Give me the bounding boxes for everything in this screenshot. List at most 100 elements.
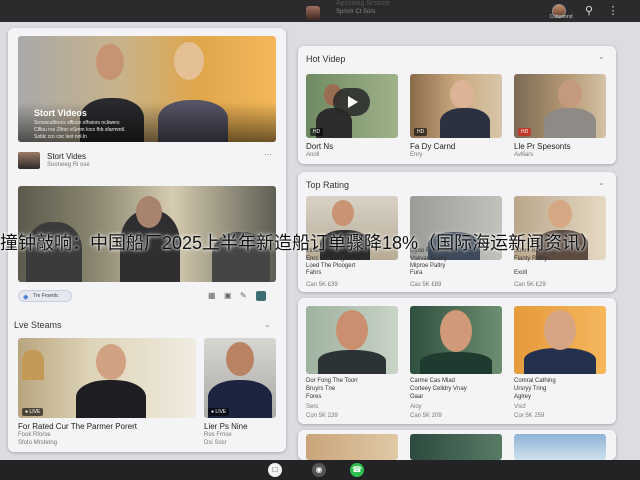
hot-thumb-2[interactable]: HD xyxy=(410,74,502,138)
live-sub2-1: Sfoto Mrstetng xyxy=(18,440,58,446)
creator-meta1-2: Aloy xyxy=(410,404,422,410)
more-horizontal-icon[interactable]: ⋯ xyxy=(264,150,272,159)
hero-thumbnail[interactable]: Stort Videos Sronscutfeocs sfficce ofhsi… xyxy=(18,36,276,142)
hot-badge-2: HD xyxy=(414,128,428,136)
creator-thumb-3[interactable] xyxy=(514,306,606,374)
creator-title-1[interactable]: Dor Fong The Toorr xyxy=(306,378,358,384)
top-rating-chevron-icon[interactable]: ⌄ xyxy=(598,178,605,187)
overlay-banner: 撞钟敲响：中国船厂2025上半年新造船订单骤降18%（国际海运新闻资讯） xyxy=(0,233,599,253)
live-person-1 xyxy=(76,380,146,418)
creator-line3-2: Oaar xyxy=(410,394,424,400)
call-icon[interactable]: ☎ xyxy=(350,463,364,477)
channel-header[interactable]: Apsssing Srssme Sprsrir Ct Sors xyxy=(300,0,480,22)
live-title-2[interactable]: Lier Ps Nine xyxy=(204,422,248,431)
settings-icon[interactable]: ◉ xyxy=(312,463,326,477)
image-icon[interactable]: ▣ xyxy=(224,291,232,300)
rating-line4-2: Fura xyxy=(410,270,423,276)
creator-person-1 xyxy=(318,350,386,374)
live-badge-2: ● LIVE xyxy=(208,408,230,416)
live-streams-title: Lve Steams xyxy=(14,320,62,330)
live-title-1[interactable]: For Rated Cur The Parmer Porert xyxy=(18,422,137,431)
creator-meta1-1: Serc xyxy=(306,404,319,410)
hot-title-3[interactable]: Lle Pr Spesonts xyxy=(514,142,570,151)
creator-head-1 xyxy=(336,310,368,350)
second-head-mid xyxy=(136,196,162,228)
hero-head-right xyxy=(174,42,204,80)
chip-label: Tre Froertic xyxy=(33,293,59,299)
bottom-thumb-3[interactable] xyxy=(514,434,606,460)
rating-head-3 xyxy=(548,200,572,228)
creator-meta1-3: Vscf xyxy=(514,404,526,410)
rating-line2-3: Fianty Ralny xyxy=(514,256,548,262)
hot-badge-3: HD xyxy=(518,128,532,136)
hero-card-sub: Sooneeg Ri ose xyxy=(47,162,90,168)
creator-meta2-1: Con 5K 239 xyxy=(306,413,338,419)
bottom-thumb-1[interactable] xyxy=(306,434,398,460)
creator-line3-1: Fores xyxy=(306,394,322,400)
rating-line2-1: Enrc Sse Tnrg xyxy=(306,256,345,262)
live-sub1-2: Ros Frnse xyxy=(204,432,232,438)
hero-line1: Sronscutfeocs sfficce ofhsiors ncliwers xyxy=(34,120,120,126)
rating-head-1 xyxy=(332,200,354,226)
more-vertical-icon[interactable]: ⋮ xyxy=(606,4,620,18)
share-icon[interactable] xyxy=(256,291,266,301)
hero-line3: Soblc cro coc Isot nol.ln xyxy=(34,134,87,140)
rating-meta-2: Cas 5K £89 xyxy=(410,282,442,288)
user-name: Cotteriond xyxy=(549,14,573,20)
hot-title-2[interactable]: Fa Dy Carnd xyxy=(410,142,455,151)
rating-meta-3: Can 5K £29 xyxy=(514,282,546,288)
chevron-down-icon[interactable]: ⌄ xyxy=(264,320,271,329)
hero-card-title[interactable]: Stort Vides xyxy=(47,152,86,161)
hot-sub-1: Anoll xyxy=(306,152,320,158)
creator-thumb-1[interactable] xyxy=(306,306,398,374)
hot-thumb-3[interactable]: HD xyxy=(514,74,606,138)
creator-line2-2: Corteey Celldry Vnay xyxy=(410,386,467,392)
hot-person-2 xyxy=(440,108,490,138)
bottom-thumb-2[interactable] xyxy=(410,434,502,460)
hot-sub-3: Avlliars xyxy=(514,152,534,158)
hero-head-left xyxy=(96,44,124,80)
rating-line3-1: Loed The Ploogert xyxy=(306,263,356,269)
hero-line2: Clflou ros Zlhoc eSmm loco fhb sfarmmtl. xyxy=(34,127,126,133)
lamp xyxy=(22,350,44,380)
hot-sub-2: Enry xyxy=(410,152,423,158)
live-head-1 xyxy=(96,344,126,380)
live-sub2-2: Dsi Sosr xyxy=(204,440,227,446)
top-rating-title: Top Rating xyxy=(306,180,350,190)
creator-meta2-2: Can 5K 209 xyxy=(410,413,442,419)
edit-icon[interactable]: ✎ xyxy=(240,291,247,300)
chip-icon: ◆ xyxy=(23,294,29,301)
chat-icon[interactable]: □ xyxy=(268,463,282,477)
live-thumb-2[interactable]: ● LIVE xyxy=(204,338,276,418)
rating-meta-1: Can 5K £39 xyxy=(306,282,338,288)
creator-line3-3: Aglrey xyxy=(514,394,532,400)
creator-meta2-3: Cor 5K 259 xyxy=(514,413,545,419)
hot-head-2 xyxy=(450,80,474,108)
hot-title-1[interactable]: Dort Ns xyxy=(306,142,333,151)
creator-person-3 xyxy=(524,348,596,374)
channel-line2: Sprsrir Ct Sors xyxy=(336,9,376,15)
creator-title-3[interactable]: Comral Cathing xyxy=(514,378,556,384)
live-sub1-1: Fook Rforse xyxy=(18,432,51,438)
creator-title-2[interactable]: Carme Cas Mlad xyxy=(410,378,455,384)
rating-line2-2: Vsevar Gratry xyxy=(410,256,448,262)
hot-videos-chevron-icon[interactable]: ⌄ xyxy=(598,52,605,61)
hot-videos-title: Hot Videp xyxy=(306,54,346,64)
live-head-2 xyxy=(226,342,254,376)
hero-channel-icon[interactable] xyxy=(18,152,40,169)
hot-person-3 xyxy=(544,108,596,138)
hot-badge-1: HD xyxy=(310,128,324,136)
live-badge-1: ● LIVE xyxy=(22,408,44,416)
play-button-icon[interactable] xyxy=(333,88,370,116)
featured-chip[interactable]: ◆ Tre Froertic xyxy=(18,290,72,302)
grid-icon[interactable]: ▦ xyxy=(208,291,216,300)
creator-person-2 xyxy=(420,352,492,374)
search-icon[interactable]: ⚲ xyxy=(582,4,596,18)
creator-line2-3: Ursryy Tring xyxy=(514,386,547,392)
creator-line2-1: Bruyrs Tne xyxy=(306,386,336,392)
live-thumb-1[interactable]: ● LIVE xyxy=(18,338,196,418)
channel-avatar xyxy=(306,6,320,20)
channel-line1: Apsssing Srssme xyxy=(336,0,391,7)
creator-thumb-2[interactable] xyxy=(410,306,502,374)
hot-head-3 xyxy=(558,80,582,108)
